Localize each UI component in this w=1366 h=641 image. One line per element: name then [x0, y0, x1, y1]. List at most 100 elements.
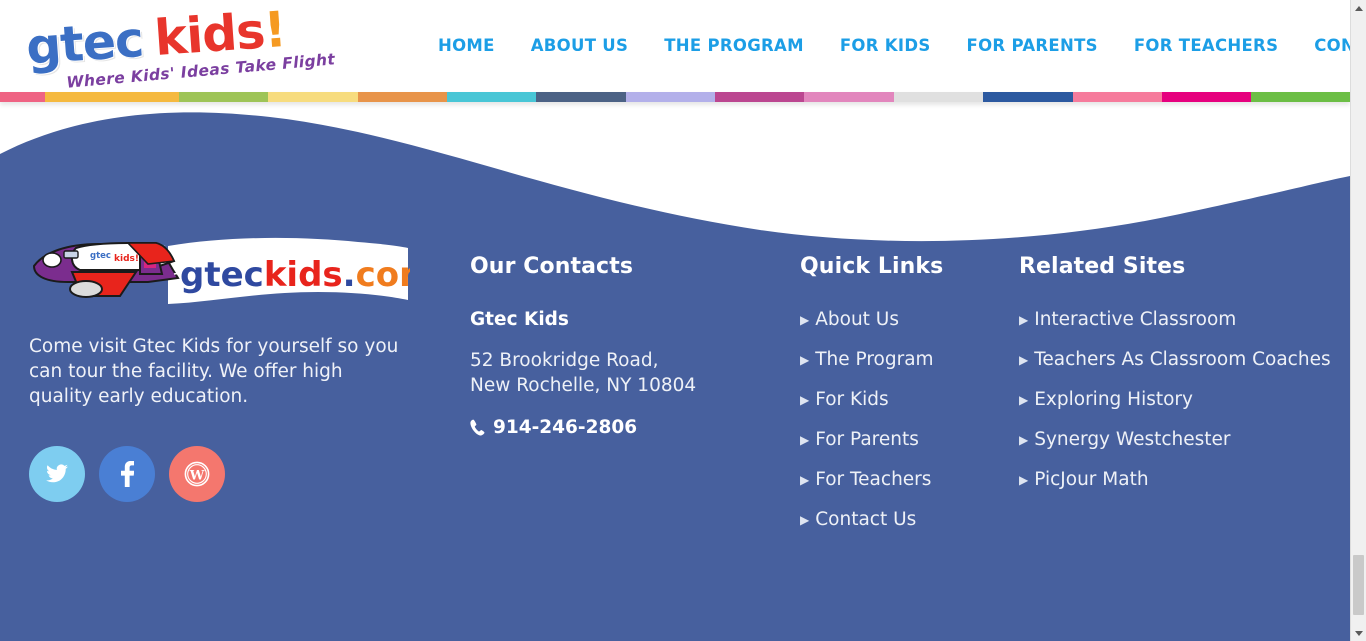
nav-label: ABOUT US: [530, 36, 629, 55]
related-site-item[interactable]: ▶ Interactive Classroom: [1019, 309, 1339, 330]
related-sites-list: ▶ Interactive Classroom ▶ Teachers As Class…: [1019, 309, 1339, 490]
footer-description: Come visit Gtec Kids for yourself so you…: [29, 336, 399, 407]
related-site-item[interactable]: ▶ Exploring History: [1019, 389, 1339, 410]
nav-item-about-us[interactable]: ABOUT US: [513, 0, 646, 92]
stripe-segment-3: [268, 92, 358, 102]
stripe-segment-6: [536, 92, 626, 102]
stripe-segment-5: [446, 92, 537, 102]
wordpress-button[interactable]: W: [169, 446, 225, 502]
quick-link-item[interactable]: ▶ Contact Us: [800, 509, 1005, 530]
quick-link-item[interactable]: ▶ For Kids: [800, 389, 1005, 410]
footer-content: gtec kids! gteckids.com Come visit Gtec …: [0, 102, 1350, 641]
arrow-right-icon: ▶: [1019, 393, 1029, 407]
site-header: gtec kids! Where Kids' Ideas Take Flight …: [0, 0, 1366, 92]
footer-logo-banner[interactable]: gtec kids! gteckids.com: [28, 234, 435, 312]
related-site-item[interactable]: ▶ PicJour Math: [1019, 469, 1339, 490]
social-links: W: [29, 446, 225, 502]
address-line-1: 52 Brookridge Road,: [470, 350, 659, 371]
stripe-segment-9: [804, 92, 894, 102]
related-site-item[interactable]: ▶ Teachers As Classroom Coaches: [1019, 349, 1339, 370]
quick-links-list: ▶ About Us ▶ The Program ▶ For Kids ▶ For Paren…: [800, 309, 1005, 530]
chevron-down-icon: [1354, 630, 1363, 636]
arrow-right-icon: ▶: [1019, 353, 1029, 367]
arrow-right-icon: ▶: [800, 313, 810, 327]
facebook-icon: [120, 461, 134, 487]
scroll-down-button[interactable]: [1351, 625, 1366, 641]
arrow-right-icon: ▶: [800, 433, 810, 447]
quick-link-label: For Parents: [815, 429, 919, 450]
quick-link-item[interactable]: ▶ For Teachers: [800, 469, 1005, 490]
stripe-segment-14: [1251, 92, 1350, 102]
related-site-label: Exploring History: [1034, 389, 1193, 410]
stripe-segment-8: [715, 92, 805, 102]
stripe-segment-7: [625, 92, 715, 102]
arrow-right-icon: ▶: [800, 513, 810, 527]
quick-link-label: The Program: [815, 349, 934, 370]
quick-link-item[interactable]: ▶ About Us: [800, 309, 1005, 330]
address-line-2: New Rochelle, NY 10804: [470, 375, 697, 396]
stripe-segment-4: [357, 92, 447, 102]
facebook-button[interactable]: [99, 446, 155, 502]
active-squiggle-underline: [436, 65, 494, 74]
nav-item-for-parents[interactable]: FOR PARENTS: [949, 0, 1116, 92]
main-navigation: HOME ABOUT US THE PROGRAM FOR KIDS FOR P…: [420, 0, 1366, 92]
arrow-right-icon: ▶: [800, 393, 810, 407]
nav-item-the-program[interactable]: THE PROGRAM: [646, 0, 822, 92]
related-sites-title: Related Sites: [1019, 254, 1186, 279]
contacts-column: Our Contacts Gtec Kids 52 Brookridge Roa…: [470, 254, 780, 438]
logo-exclamation: !: [262, 1, 288, 60]
color-stripe-bar: [0, 92, 1350, 102]
page-root: gtec kids! Where Kids' Ideas Take Flight …: [0, 0, 1366, 641]
related-site-item[interactable]: ▶ Synergy Westchester: [1019, 429, 1339, 450]
contact-address: 52 Brookridge Road, New Rochelle, NY 108…: [470, 348, 780, 398]
svg-text:gtec: gtec: [90, 251, 111, 261]
stripe-segment-1: [44, 92, 179, 102]
vertical-scrollbar[interactable]: [1350, 0, 1366, 641]
stripe-segment-10: [893, 92, 984, 102]
svg-text:W: W: [189, 469, 205, 484]
phone-number: 914-246-2806: [493, 417, 638, 438]
stripe-segment-0: [0, 92, 45, 102]
scroll-up-button[interactable]: [1351, 0, 1366, 16]
nav-label: FOR KIDS: [839, 36, 931, 55]
nav-label: THE PROGRAM: [664, 36, 804, 55]
twitter-icon: [46, 464, 68, 483]
related-sites-column: Related Sites ▶ Interactive Classroom ▶ Tea…: [1019, 254, 1339, 509]
stripe-segment-13: [1161, 92, 1252, 102]
arrow-right-icon: ▶: [1019, 473, 1029, 487]
svg-text:gteckids.com: gteckids.com: [180, 255, 410, 295]
contacts-title: Our Contacts: [470, 254, 634, 279]
nav-label: FOR TEACHERS: [1133, 36, 1279, 55]
arrow-right-icon: ▶: [1019, 313, 1029, 327]
logo-gtec-text: gtec: [24, 10, 145, 76]
site-logo[interactable]: gtec kids! Where Kids' Ideas Take Flight: [18, 1, 336, 92]
related-site-label: Interactive Classroom: [1034, 309, 1237, 330]
quick-links-column: Quick Links ▶ About Us ▶ The Program ▶ For Ki…: [800, 254, 1005, 549]
quick-link-item[interactable]: ▶ The Program: [800, 349, 1005, 370]
quick-link-label: For Kids: [815, 389, 889, 410]
chevron-up-icon: [1354, 5, 1363, 11]
related-site-label: PicJour Math: [1034, 469, 1149, 490]
nav-item-home[interactable]: HOME: [420, 0, 513, 92]
nav-item-for-teachers[interactable]: FOR TEACHERS: [1116, 0, 1296, 92]
phone-icon: [470, 419, 485, 436]
quick-link-label: Contact Us: [815, 509, 917, 530]
twitter-button[interactable]: [29, 446, 85, 502]
arrow-right-icon: ▶: [1019, 433, 1029, 447]
quick-link-label: For Teachers: [815, 469, 932, 490]
contact-phone[interactable]: 914-246-2806: [470, 417, 780, 438]
nav-label: HOME: [438, 36, 495, 55]
svg-text:kids!: kids!: [114, 254, 139, 264]
wordpress-icon: W: [184, 461, 210, 487]
related-site-label: Teachers As Classroom Coaches: [1034, 349, 1331, 370]
stripe-segment-2: [178, 92, 269, 102]
quick-link-item[interactable]: ▶ For Parents: [800, 429, 1005, 450]
nav-item-for-kids[interactable]: FOR KIDS: [822, 0, 949, 92]
scrollbar-thumb[interactable]: [1353, 555, 1364, 615]
stripe-segment-11: [983, 92, 1073, 102]
quick-link-label: About Us: [815, 309, 899, 330]
footer-section: gtec kids! gteckids.com Come visit Gtec …: [0, 102, 1350, 641]
nav-label: FOR PARENTS: [966, 36, 1098, 55]
stripe-segment-12: [1072, 92, 1162, 102]
arrow-right-icon: ▶: [800, 353, 810, 367]
